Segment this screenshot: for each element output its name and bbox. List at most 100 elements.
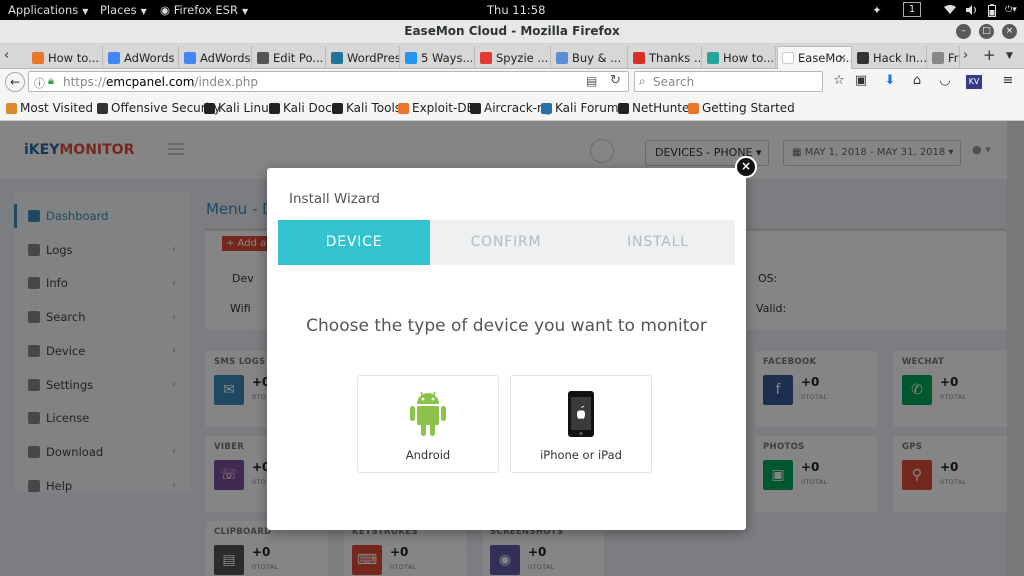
applications-menu[interactable]: Applications ▼ bbox=[8, 3, 88, 17]
tab[interactable]: AdWords bbox=[180, 46, 252, 69]
bookmarks-toolbar: Most Visited⌄Offensive SecurityKali Linu… bbox=[0, 95, 1024, 121]
gnome-top-bar: Applications ▼ Places ▼ ◉ Firefox ESR ▼ Thu… bbox=[0, 0, 1024, 20]
android-label: Android bbox=[405, 448, 451, 462]
tab[interactable]: Hack In... bbox=[853, 46, 927, 69]
bookmark-item[interactable]: Exploit-DB bbox=[398, 101, 475, 115]
tab[interactable]: How to... bbox=[703, 46, 776, 69]
bookmark-star-icon[interactable]: ☆ bbox=[830, 73, 848, 88]
tab[interactable]: 5 Ways... bbox=[401, 46, 475, 69]
close-window-icon[interactable]: × bbox=[1002, 24, 1017, 39]
bookmark-icon bbox=[269, 102, 280, 114]
search-placeholder: Search bbox=[653, 75, 695, 89]
step-confirm[interactable]: CONFIRM bbox=[430, 220, 582, 265]
bookmark-label: Exploit-DB bbox=[412, 101, 475, 115]
step-device[interactable]: DEVICE bbox=[278, 220, 430, 265]
tab[interactable]: How to... bbox=[28, 46, 103, 69]
favicon-icon bbox=[331, 51, 343, 64]
bookmark-item[interactable]: Kali Forums bbox=[541, 101, 625, 115]
tab-label: Spyzie ... bbox=[496, 50, 549, 65]
window-title: EaseMon Cloud - Mozilla Firefox bbox=[404, 24, 620, 38]
bookmark-label: Kali Docs bbox=[283, 101, 338, 115]
bookmark-icon bbox=[688, 102, 699, 114]
tab[interactable]: Buy & ... bbox=[552, 46, 628, 69]
hamburger-menu-icon[interactable]: ≡ bbox=[999, 73, 1017, 88]
iphone-ipad-option[interactable]: iPhone or iPad bbox=[510, 375, 652, 473]
firefox-app-menu[interactable]: ◉ Firefox ESR ▼ bbox=[160, 3, 248, 17]
reload-icon[interactable]: ↻ bbox=[610, 73, 621, 88]
favicon-icon bbox=[633, 51, 645, 64]
reader-view-icon[interactable]: ▤ bbox=[586, 74, 597, 88]
new-tab-icon[interactable]: + bbox=[983, 46, 996, 64]
pocket-icon[interactable]: ◡ bbox=[936, 73, 954, 88]
tab[interactable]: Spyzie ... bbox=[476, 46, 551, 69]
downloads-icon[interactable]: ⬇ bbox=[881, 73, 899, 88]
favicon-icon bbox=[184, 51, 196, 64]
bookmark-item[interactable]: Most Visited⌄ bbox=[6, 101, 106, 115]
favicon-icon bbox=[108, 51, 120, 64]
minimize-icon[interactable]: – bbox=[956, 24, 971, 39]
bookmark-icon bbox=[541, 102, 552, 114]
battery-icon[interactable] bbox=[986, 2, 998, 18]
bookmark-item[interactable]: NetHunter bbox=[618, 101, 694, 115]
bookmark-item[interactable]: Aircrack-ng bbox=[470, 101, 552, 115]
nav-bar: ← ⓘ 🔒︎ https://emcpanel.com/index.php ▤ … bbox=[0, 69, 1024, 95]
clock[interactable]: Thu 11:58 bbox=[487, 3, 545, 17]
tab[interactable]: AdWords bbox=[104, 46, 179, 69]
places-menu[interactable]: Places ▼ bbox=[100, 3, 147, 17]
bookmark-item[interactable]: Kali Tools bbox=[332, 101, 401, 115]
extension-icon[interactable]: KV bbox=[966, 75, 982, 89]
tab-active[interactable]: EaseMo... × bbox=[777, 46, 852, 69]
tab-label: Edit Po... bbox=[273, 50, 324, 65]
step-install[interactable]: INSTALL bbox=[582, 220, 734, 265]
favicon-icon bbox=[782, 52, 794, 64]
bookmark-label: Kali Linux bbox=[218, 101, 276, 115]
workspace-indicator[interactable]: 1 bbox=[903, 2, 921, 17]
back-icon[interactable]: ← bbox=[5, 72, 25, 92]
android-icon bbox=[410, 391, 446, 436]
bookmark-item[interactable]: Getting Started bbox=[688, 101, 795, 115]
search-bar[interactable]: ⌕ Search bbox=[634, 71, 823, 92]
bookmark-icon bbox=[398, 102, 409, 114]
tab[interactable]: Free bbox=[928, 46, 960, 69]
tab[interactable]: Thanks ... bbox=[629, 46, 702, 69]
tab-scroll-left-icon[interactable]: ‹ bbox=[4, 48, 9, 63]
bookmark-item[interactable]: Kali Docs bbox=[269, 101, 338, 115]
wifi-icon[interactable] bbox=[944, 2, 956, 18]
install-wizard-modal: Install Wizard DEVICE CONFIRM INSTALL Ch… bbox=[267, 168, 746, 530]
bookmark-icon bbox=[618, 102, 629, 114]
bookmark-label: Kali Forums bbox=[555, 101, 625, 115]
favicon-icon bbox=[257, 51, 269, 64]
extensions-tray-icon[interactable]: ✦ bbox=[870, 2, 884, 18]
tab-list-icon[interactable]: ▼ bbox=[1006, 51, 1013, 61]
android-option[interactable]: Android bbox=[357, 375, 499, 473]
search-icon: ⌕ bbox=[639, 74, 646, 88]
power-menu-icon[interactable]: ⏻▾ bbox=[1004, 2, 1018, 18]
lock-icon[interactable]: 🔒︎ bbox=[48, 74, 54, 88]
tab-label: Buy & ... bbox=[572, 50, 622, 65]
bookmark-item[interactable]: Offensive Security bbox=[97, 101, 221, 115]
bookmark-item[interactable]: Kali Linux bbox=[204, 101, 276, 115]
tab-label: WordPress... bbox=[347, 50, 399, 65]
tab-close-icon[interactable]: × bbox=[838, 51, 847, 64]
iphone-ipad-label: iPhone or iPad bbox=[540, 448, 622, 462]
close-icon[interactable]: × bbox=[735, 156, 757, 178]
maximize-icon[interactable]: □ bbox=[979, 24, 994, 39]
modal-title: Install Wizard bbox=[289, 191, 380, 207]
tab-scroll-right-icon[interactable]: › bbox=[963, 48, 968, 63]
bookmark-label: NetHunter bbox=[632, 101, 695, 115]
iphone-icon bbox=[568, 391, 594, 437]
favicon-icon bbox=[556, 51, 568, 64]
tab[interactable]: Edit Po... bbox=[253, 46, 326, 69]
volume-icon[interactable] bbox=[966, 2, 978, 18]
favicon-icon bbox=[405, 51, 417, 64]
device-type-prompt: Choose the type of device you want to mo… bbox=[306, 316, 707, 336]
tab-label: AdWords bbox=[124, 50, 175, 65]
info-icon[interactable]: ⓘ bbox=[34, 75, 45, 91]
home-icon[interactable]: ⌂ bbox=[908, 73, 926, 88]
url-text[interactable]: https://emcpanel.com/index.php bbox=[63, 75, 258, 89]
tab[interactable]: WordPress... bbox=[327, 46, 400, 69]
url-bar[interactable]: ⓘ 🔒︎ https://emcpanel.com/index.php ▤ ↻ bbox=[28, 71, 629, 92]
bookmarks-list-icon[interactable]: ▣ bbox=[852, 73, 870, 88]
favicon-icon bbox=[932, 51, 944, 64]
window-titlebar: EaseMon Cloud - Mozilla Firefox – □ × bbox=[0, 20, 1024, 44]
